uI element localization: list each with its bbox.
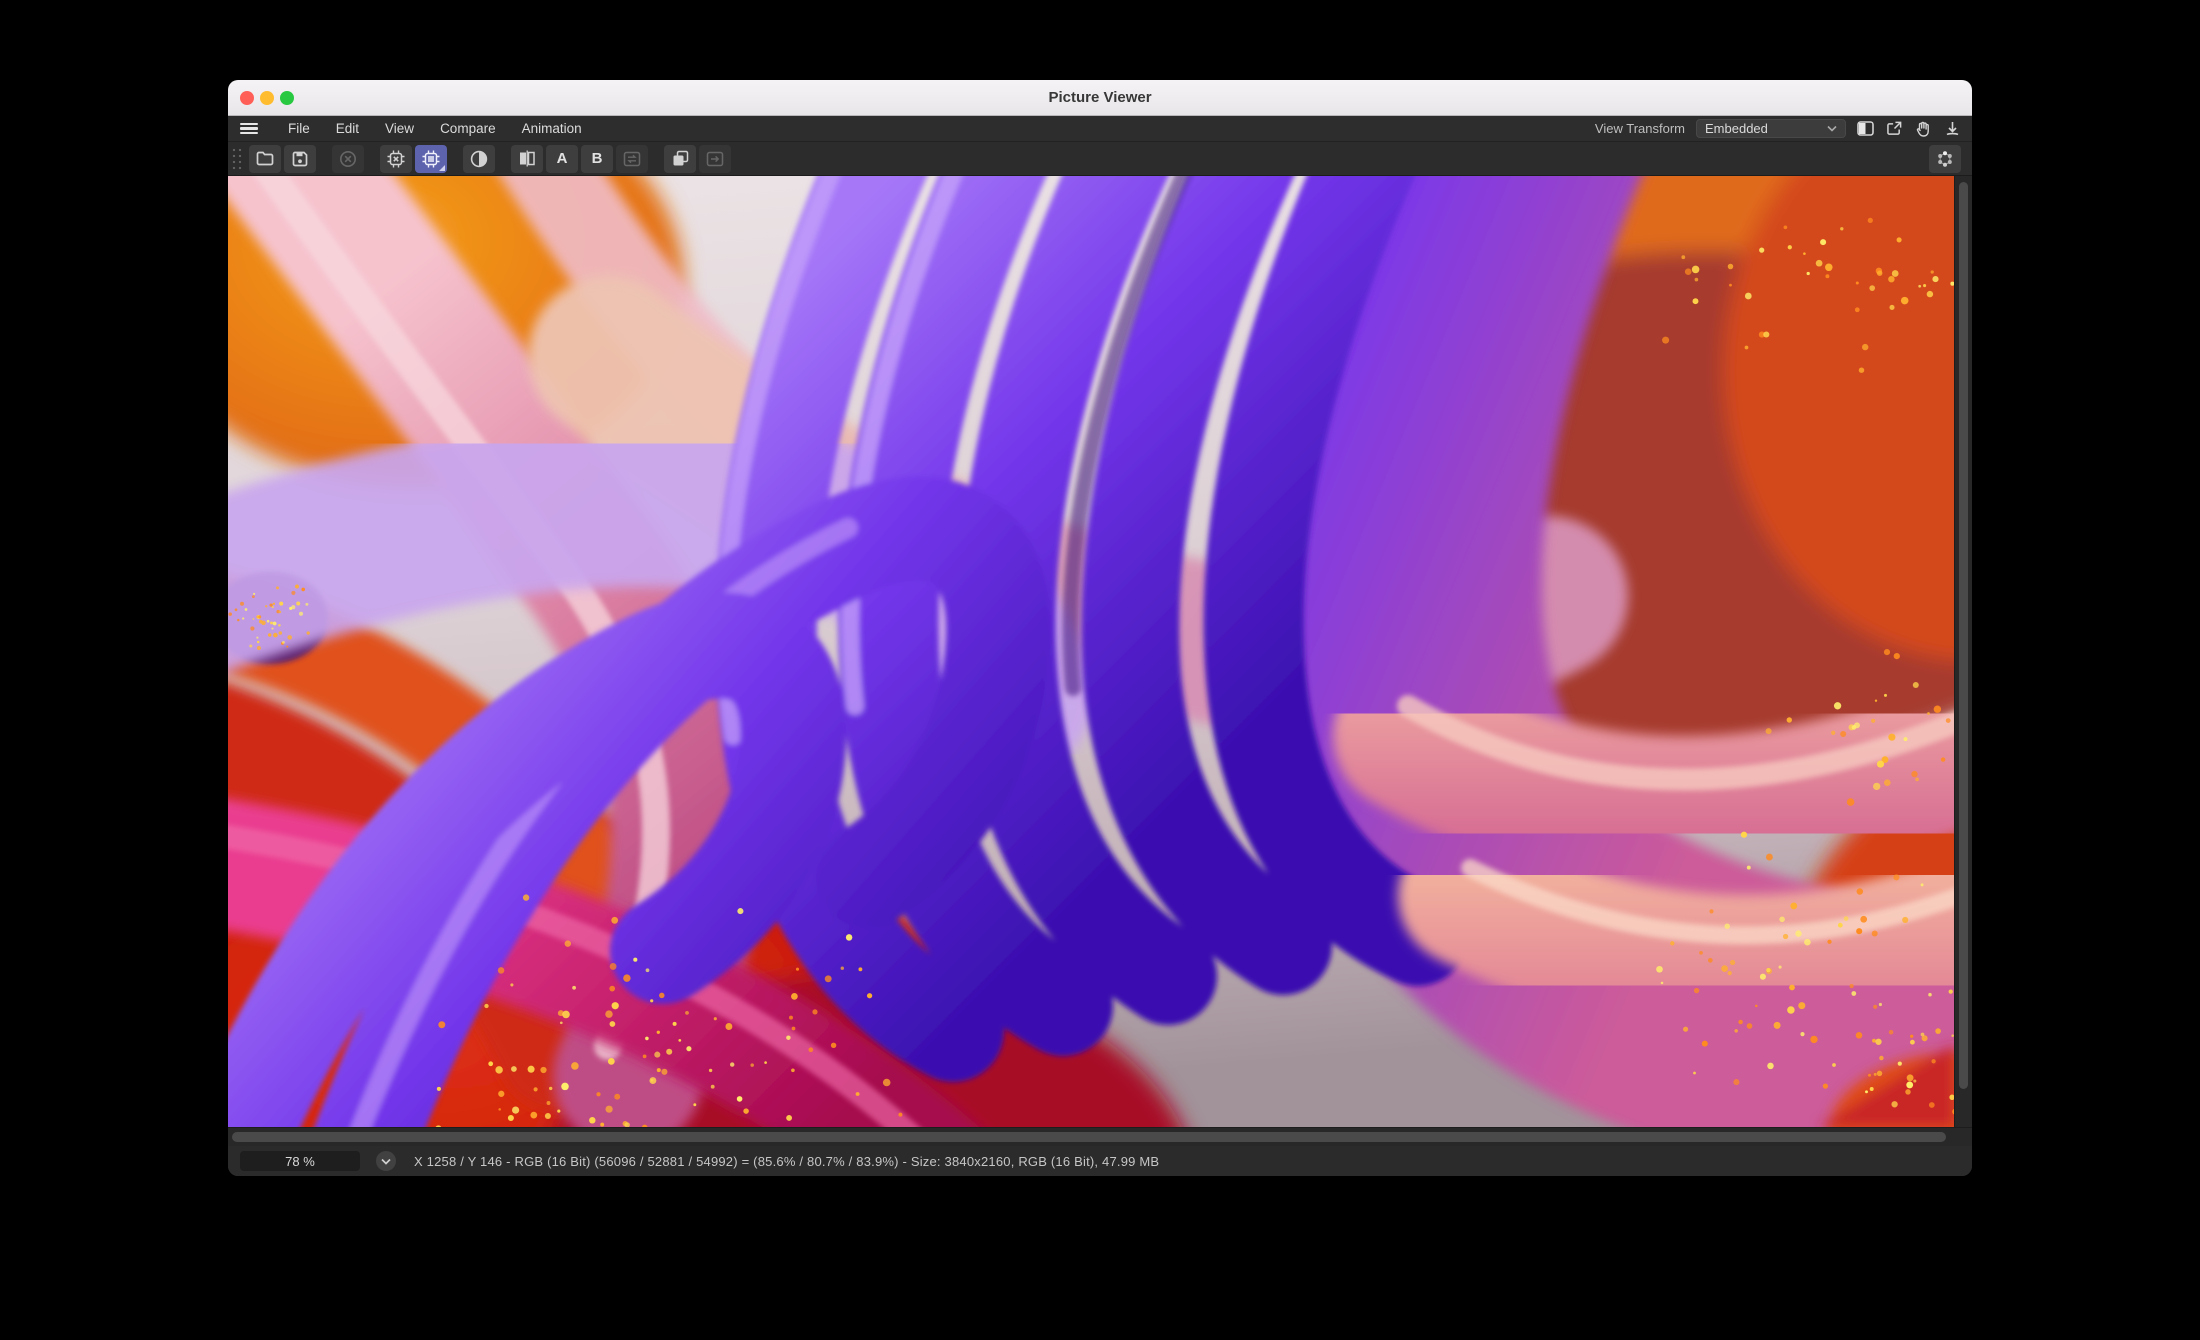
contrast-button[interactable]: [463, 145, 495, 173]
memory-mode-button[interactable]: [415, 145, 447, 173]
chevron-down-icon: [1827, 125, 1837, 132]
menu-animation[interactable]: Animation: [522, 121, 582, 136]
ab-compare-button[interactable]: [511, 145, 543, 173]
menu-file[interactable]: File: [288, 121, 310, 136]
zoom-dropdown-button[interactable]: [376, 1151, 396, 1171]
toolbar: A B: [228, 142, 1972, 176]
save-image-button[interactable]: [284, 145, 316, 173]
swap-icon: [623, 151, 641, 167]
stop-render-button: [332, 145, 364, 173]
copy-icon: [672, 150, 689, 167]
chip-x-icon: [387, 150, 405, 168]
save-icon: [292, 151, 308, 167]
team-render-button[interactable]: [1929, 145, 1961, 173]
menu-compare[interactable]: Compare: [440, 121, 496, 136]
view-transform-dropdown[interactable]: Embedded: [1696, 119, 1846, 138]
horizontal-scrollbar-thumb[interactable]: [232, 1132, 1946, 1142]
open-file-button[interactable]: [249, 145, 281, 173]
copy-image-button[interactable]: [664, 145, 696, 173]
rendered-image: [228, 176, 1954, 1127]
panel-toggle-icon[interactable]: [1855, 119, 1875, 139]
menu-bar: File Edit View Compare Animation View Tr…: [228, 116, 1972, 142]
vertical-scrollbar[interactable]: [1954, 176, 1972, 1127]
status-bar: 78 % X 1258 / Y 146 - RGB (16 Bit) (5609…: [228, 1146, 1972, 1176]
window-title: Picture Viewer: [1048, 89, 1151, 106]
menu-view[interactable]: View: [385, 121, 414, 136]
clear-cache-button[interactable]: [380, 145, 412, 173]
pixel-info-text: X 1258 / Y 146 - RGB (16 Bit) (56096 / 5…: [414, 1154, 1159, 1169]
swap-ab-button: [616, 145, 648, 173]
vertical-scrollbar-thumb[interactable]: [1959, 182, 1968, 1089]
image-b-button[interactable]: B: [581, 145, 613, 173]
toolbar-grip-handle[interactable]: [230, 146, 243, 172]
picture-viewer-window: Picture Viewer File Edit View Compare An…: [228, 80, 1972, 1176]
traffic-lights: [240, 91, 294, 105]
chip-icon: [422, 150, 440, 168]
close-window-button[interactable]: [240, 91, 254, 105]
open-external-icon[interactable]: [1884, 119, 1904, 139]
menu-edit[interactable]: Edit: [336, 121, 359, 136]
chevron-down-icon: [381, 1158, 391, 1165]
zoom-level-field[interactable]: 78 %: [240, 1151, 360, 1171]
zoom-value: 78 %: [285, 1154, 315, 1169]
zoom-window-button[interactable]: [280, 91, 294, 105]
close-circle-icon: [339, 150, 357, 168]
view-transform-value: Embedded: [1705, 121, 1768, 136]
title-bar: Picture Viewer: [228, 80, 1972, 116]
minimize-window-button[interactable]: [260, 91, 274, 105]
export-arrow-icon: [706, 151, 724, 167]
label-b: B: [592, 150, 603, 167]
molecule-icon: [1936, 150, 1954, 168]
folder-icon: [256, 151, 274, 166]
horizontal-scrollbar[interactable]: [228, 1127, 1972, 1146]
ab-split-icon: [518, 150, 536, 167]
contrast-icon: [470, 150, 488, 168]
export-frame-button: [699, 145, 731, 173]
dock-anchor-icon[interactable]: [1942, 119, 1962, 139]
view-transform-label: View Transform: [1595, 121, 1685, 136]
image-a-button[interactable]: A: [546, 145, 578, 173]
hamburger-menu-icon[interactable]: [240, 123, 258, 134]
pan-hand-icon[interactable]: [1913, 119, 1933, 139]
label-a: A: [557, 150, 568, 167]
image-viewport[interactable]: [228, 176, 1972, 1127]
